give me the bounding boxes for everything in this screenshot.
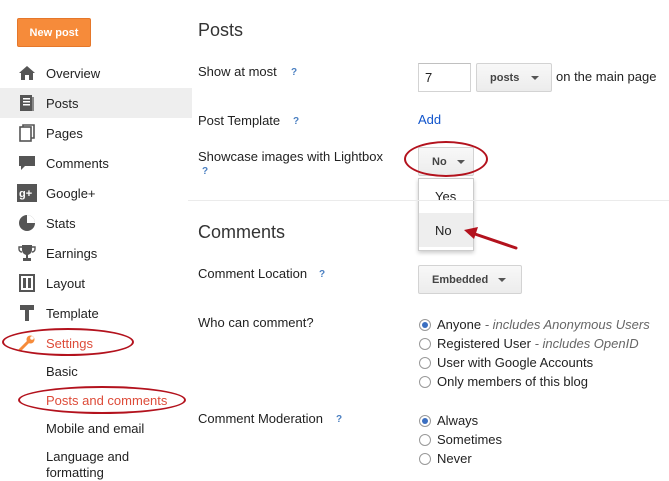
- comment-location-label: Comment Location: [198, 266, 308, 281]
- earnings-icon: [16, 242, 38, 264]
- sidebar-item-label: Earnings: [46, 245, 98, 261]
- sidebar-item-label: Stats: [46, 215, 76, 231]
- sidebar-subitem-formatting[interactable]: formatting: [46, 465, 104, 480]
- show-at-most-label: Show at most: [198, 64, 277, 79]
- radio-button[interactable]: [419, 452, 431, 465]
- wrench-icon: [16, 332, 38, 354]
- comment-location-value: Embedded: [432, 273, 489, 286]
- sidebar-item-posts[interactable]: Posts: [0, 88, 192, 118]
- sidebar-item-stats[interactable]: Stats: [0, 208, 192, 238]
- add-template-link[interactable]: Add: [418, 112, 441, 127]
- annotation-arrow-icon: [464, 227, 518, 250]
- radio-button[interactable]: [419, 414, 431, 427]
- pages-icon: [16, 122, 38, 144]
- comment-moderation-label: Comment Moderation: [198, 411, 323, 426]
- radio-always[interactable]: Always: [419, 411, 502, 430]
- posts-icon: [16, 92, 38, 114]
- help-icon[interactable]: ?: [332, 412, 346, 426]
- sidebar-item-label: Posts: [46, 95, 79, 111]
- chevron-down-icon: [531, 75, 540, 80]
- comment-location-dropdown[interactable]: Embedded: [418, 265, 522, 294]
- chevron-down-icon: [456, 159, 465, 164]
- lightbox-label: Showcase images with Lightbox: [198, 149, 383, 164]
- comment-moderation-group: Always Sometimes Never: [419, 411, 502, 468]
- post-template-label: Post Template: [198, 113, 281, 128]
- new-post-button[interactable]: New post: [17, 18, 91, 47]
- chevron-down-icon: [498, 277, 507, 282]
- radio-button[interactable]: [419, 337, 431, 350]
- sidebar-item-label: Settings: [46, 335, 93, 351]
- help-icon[interactable]: ?: [287, 65, 301, 79]
- sidebar-item-label: Template: [46, 305, 99, 321]
- sidebar-item-label: Google+: [46, 185, 96, 201]
- sidebar-subitem-mobile-and-email[interactable]: Mobile and email: [46, 421, 144, 436]
- radio-button[interactable]: [419, 356, 431, 369]
- posts-unit-label: posts: [490, 71, 520, 84]
- posts-count-input[interactable]: 7: [418, 63, 471, 92]
- stats-icon: [16, 212, 38, 234]
- radio-sometimes[interactable]: Sometimes: [419, 430, 502, 449]
- who-can-comment-label: Who can comment?: [198, 315, 314, 330]
- main-page-suffix: on the main page: [556, 69, 657, 84]
- sidebar-item-label: Pages: [46, 125, 83, 141]
- sidebar-item-label: Comments: [46, 155, 109, 171]
- google-plus-icon: g+: [16, 182, 38, 204]
- template-icon: [16, 302, 38, 324]
- sidebar-subitem-language[interactable]: Language and: [46, 449, 129, 464]
- sidebar-item-template[interactable]: Template: [0, 298, 192, 328]
- svg-text:g+: g+: [19, 188, 32, 200]
- sidebar-item-layout[interactable]: Layout: [0, 268, 192, 298]
- home-icon: [16, 62, 38, 84]
- sidebar-subitem-basic[interactable]: Basic: [46, 364, 78, 379]
- radio-button[interactable]: [419, 375, 431, 388]
- comments-icon: [16, 152, 38, 174]
- lightbox-dropdown[interactable]: No: [418, 147, 474, 176]
- radio-button[interactable]: [419, 433, 431, 446]
- sidebar-item-label: Overview: [46, 65, 101, 81]
- option-yes[interactable]: Yes: [419, 179, 473, 213]
- sidebar-item-label: Layout: [46, 275, 86, 291]
- comments-section-title: Comments: [198, 222, 286, 242]
- sidebar-item-earnings[interactable]: Earnings: [0, 238, 192, 268]
- section-divider: [188, 200, 669, 201]
- sidebar-item-settings[interactable]: Settings: [0, 328, 192, 358]
- radio-google-accounts[interactable]: User with Google Accounts: [419, 353, 650, 372]
- radio-blog-members[interactable]: Only members of this blog: [419, 372, 650, 391]
- help-icon[interactable]: ?: [289, 114, 303, 128]
- posts-section-title: Posts: [198, 20, 244, 40]
- who-can-comment-group: Anyone - includes Anonymous Users Regist…: [419, 315, 650, 391]
- radio-never[interactable]: Never: [419, 449, 502, 468]
- radio-anyone[interactable]: Anyone - includes Anonymous Users: [419, 315, 650, 334]
- radio-button[interactable]: [419, 318, 431, 331]
- sidebar-item-overview[interactable]: Overview: [0, 58, 192, 88]
- help-icon[interactable]: ?: [198, 164, 212, 178]
- help-icon[interactable]: ?: [315, 267, 329, 281]
- sidebar-subitem-posts-and-comments[interactable]: Posts and comments: [46, 393, 167, 408]
- sidebar-item-comments[interactable]: Comments: [0, 148, 192, 178]
- sidebar-item-google-plus[interactable]: g+ Google+: [0, 178, 192, 208]
- posts-unit-dropdown[interactable]: posts: [476, 63, 552, 92]
- radio-registered-user[interactable]: Registered User - includes OpenID: [419, 334, 650, 353]
- lightbox-value: No: [432, 155, 447, 168]
- sidebar-item-pages[interactable]: Pages: [0, 118, 192, 148]
- layout-icon: [16, 272, 38, 294]
